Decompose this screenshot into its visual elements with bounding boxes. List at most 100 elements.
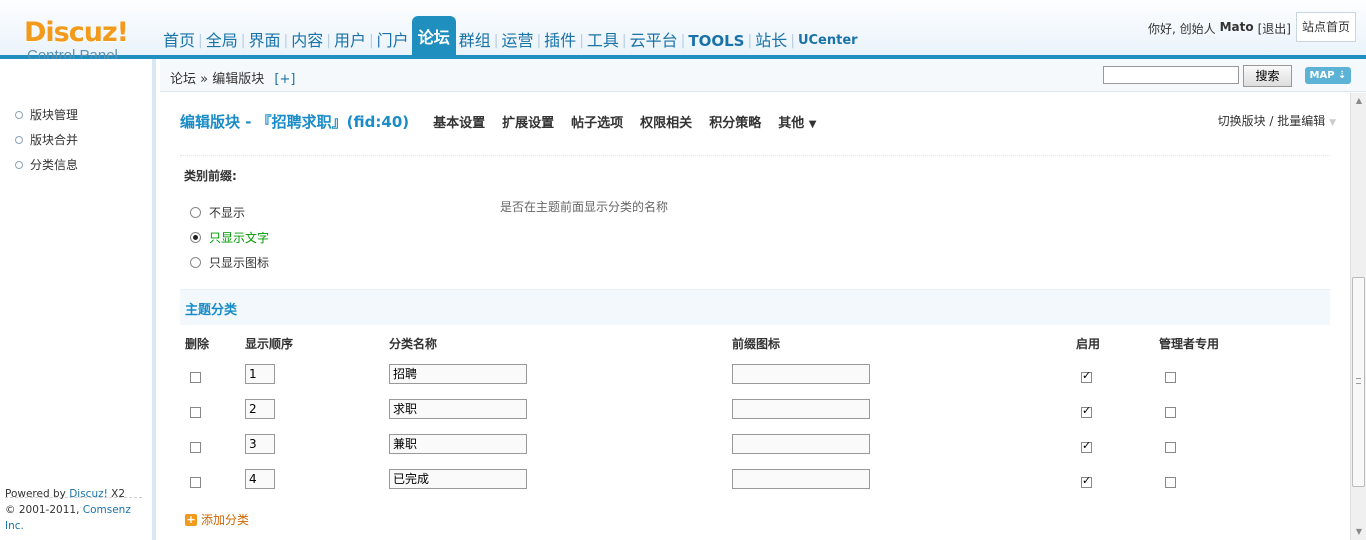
tab-other[interactable]: 其他 ▼ xyxy=(778,112,816,131)
tab-permissions[interactable]: 权限相关 xyxy=(640,112,692,131)
col-order: 显示顺序 xyxy=(245,337,294,351)
table-row: 1 招聘 xyxy=(180,361,1330,396)
radio-button[interactable] xyxy=(190,256,201,268)
name-input[interactable]: 求职 xyxy=(389,399,527,419)
icon-input[interactable] xyxy=(732,399,870,419)
chevron-down-icon: ▼ xyxy=(1329,118,1336,128)
tab-extended[interactable]: 扩展设置 xyxy=(502,112,554,131)
plus-icon: + xyxy=(185,512,197,526)
nav-global[interactable]: 全局 xyxy=(203,23,241,59)
section-title: 主题分类 xyxy=(185,303,238,318)
name-input[interactable]: 兼职 xyxy=(389,434,527,454)
nav-cloud[interactable]: 云平台 xyxy=(627,23,681,59)
search-button[interactable]: 搜索 xyxy=(1243,65,1292,87)
breadcrumb-bar: 论坛 » 编辑版块 [+] 搜索 MAP ⇣ xyxy=(160,59,1366,92)
prefix-option-none[interactable]: 不显示 xyxy=(190,203,245,221)
col-delete: 删除 xyxy=(185,337,210,351)
main-content: 编辑版块 - 『招聘求职』(fid:40) 基本设置 扩展设置 帖子选项 权限相… xyxy=(160,93,1350,540)
nav-tools[interactable]: 工具 xyxy=(584,23,622,59)
vertical-scrollbar[interactable]: ▲ ▼ xyxy=(1350,93,1366,540)
breadcrumb-root[interactable]: 论坛 xyxy=(170,72,196,87)
nav-operations[interactable]: 运营 xyxy=(498,23,536,59)
map-button[interactable]: MAP ⇣ xyxy=(1305,67,1351,84)
forum-edit-tabs: 编辑版块 - 『招聘求职』(fid:40) 基本设置 扩展设置 帖子选项 权限相… xyxy=(180,109,1350,133)
order-input[interactable]: 1 xyxy=(245,364,275,384)
nav-forum[interactable]: 论坛 xyxy=(411,16,456,59)
header: Discuz! Control Panel 首页 | 全局 | 界面 | 内容 | 用户… xyxy=(0,0,1366,64)
discuz-link[interactable]: Discuz! xyxy=(69,488,108,500)
breadcrumb-sep: » xyxy=(200,72,209,87)
enabled-checkbox[interactable] xyxy=(1081,404,1092,418)
enabled-checkbox[interactable] xyxy=(1081,439,1092,453)
scroll-thumb[interactable] xyxy=(1352,277,1365,487)
delete-checkbox[interactable] xyxy=(190,442,201,453)
radio-button[interactable] xyxy=(190,206,201,218)
scroll-up-arrow-icon[interactable]: ▲ xyxy=(1351,93,1366,109)
nav-plugins[interactable]: 插件 xyxy=(541,23,579,59)
breadcrumb: 论坛 » 编辑版块 [+] xyxy=(170,68,295,87)
delete-checkbox[interactable] xyxy=(190,372,201,383)
add-category-link[interactable]: + 添加分类 xyxy=(185,511,249,528)
top-nav: 首页 | 全局 | 界面 | 内容 | 用户 | 门户 论坛 群组 | 运营 | 插件 | 工具… xyxy=(160,16,861,59)
nav-content[interactable]: 内容 xyxy=(288,23,326,59)
nav-groups[interactable]: 群组 xyxy=(456,23,494,59)
col-enabled: 启用 xyxy=(1076,337,1101,351)
radio-button-selected[interactable] xyxy=(190,231,201,243)
name-input[interactable]: 已完成 xyxy=(389,469,527,489)
nav-interface[interactable]: 界面 xyxy=(245,23,283,59)
prefix-help-text: 是否在主题前面显示分类的名称 xyxy=(500,200,669,214)
icon-input[interactable] xyxy=(732,434,870,454)
col-mod-only: 管理者专用 xyxy=(1159,337,1220,351)
col-icon: 前缀图标 xyxy=(732,337,781,351)
mod-only-checkbox[interactable] xyxy=(1165,477,1176,488)
page-title: 编辑版块 - 『招聘求职』(fid:40) xyxy=(180,112,410,131)
enabled-checkbox[interactable] xyxy=(1081,474,1092,488)
delete-checkbox[interactable] xyxy=(190,407,201,418)
grip-icon xyxy=(1356,378,1361,384)
prefix-option-text[interactable]: 只显示文字 xyxy=(190,228,269,246)
section-header: 主题分类 xyxy=(180,289,1330,325)
nav-portal[interactable]: 门户 xyxy=(374,23,412,59)
order-input[interactable]: 2 xyxy=(245,399,275,419)
enabled-checkbox[interactable] xyxy=(1081,369,1092,383)
divider xyxy=(180,155,1330,156)
add-favorite-link[interactable]: [+] xyxy=(274,72,295,87)
tab-credits[interactable]: 积分策略 xyxy=(709,112,761,131)
order-input[interactable]: 3 xyxy=(245,434,275,454)
icon-input[interactable] xyxy=(732,364,870,384)
name-input[interactable]: 招聘 xyxy=(389,364,527,384)
powered-by: Powered by Discuz! X2 © 2001-2011, Comse… xyxy=(5,488,131,532)
order-input[interactable]: 4 xyxy=(245,469,275,489)
mod-only-checkbox[interactable] xyxy=(1165,407,1176,418)
search-input[interactable] xyxy=(1103,66,1239,84)
sidebar-item-category-info[interactable]: 分类信息 xyxy=(0,153,152,178)
prefix-option-icon[interactable]: 只显示图标 xyxy=(190,253,269,271)
scroll-down-arrow-icon[interactable]: ▼ xyxy=(1351,524,1366,540)
delete-checkbox[interactable] xyxy=(190,477,201,488)
user-bar: 你好, 创始人 Mato [退出] xyxy=(1148,20,1291,37)
mod-only-checkbox[interactable] xyxy=(1165,442,1176,453)
sidebar: 版块管理 版块合并 分类信息 Powered by Discuz! X2 © 2… xyxy=(0,59,156,540)
sidebar-item-forum-merge[interactable]: 版块合并 xyxy=(0,128,152,153)
tab-basic[interactable]: 基本设置 xyxy=(433,112,485,131)
icon-input[interactable] xyxy=(732,469,870,489)
tab-post-options[interactable]: 帖子选项 xyxy=(571,112,623,131)
logo-text: Discuz! xyxy=(24,17,129,48)
discuz-logo[interactable]: Discuz! Control Panel xyxy=(24,18,134,64)
sidebar-item-forum-manage[interactable]: 版块管理 xyxy=(0,103,152,128)
nav-users[interactable]: 用户 xyxy=(331,23,369,59)
breadcrumb-current: 编辑版块 xyxy=(212,72,265,87)
table-row: 2 求职 xyxy=(180,396,1330,431)
username: Mato xyxy=(1219,20,1254,34)
nav-home[interactable]: 首页 xyxy=(160,23,198,59)
chevron-down-icon: ▼ xyxy=(808,118,817,130)
nav-ucenter[interactable]: UCenter xyxy=(795,23,861,59)
greeting: 你好, 创始人 xyxy=(1147,22,1216,36)
switch-batch-links[interactable]: 切换版块 / 批量编辑 ▼ xyxy=(1218,112,1336,129)
nav-tools-en[interactable]: TOOLS xyxy=(685,23,747,59)
site-home-button[interactable]: 站点首页 xyxy=(1296,12,1356,42)
col-name: 分类名称 xyxy=(389,337,438,351)
logout-link[interactable]: [退出] xyxy=(1258,20,1291,37)
mod-only-checkbox[interactable] xyxy=(1165,372,1176,383)
nav-webmaster[interactable]: 站长 xyxy=(752,23,790,59)
